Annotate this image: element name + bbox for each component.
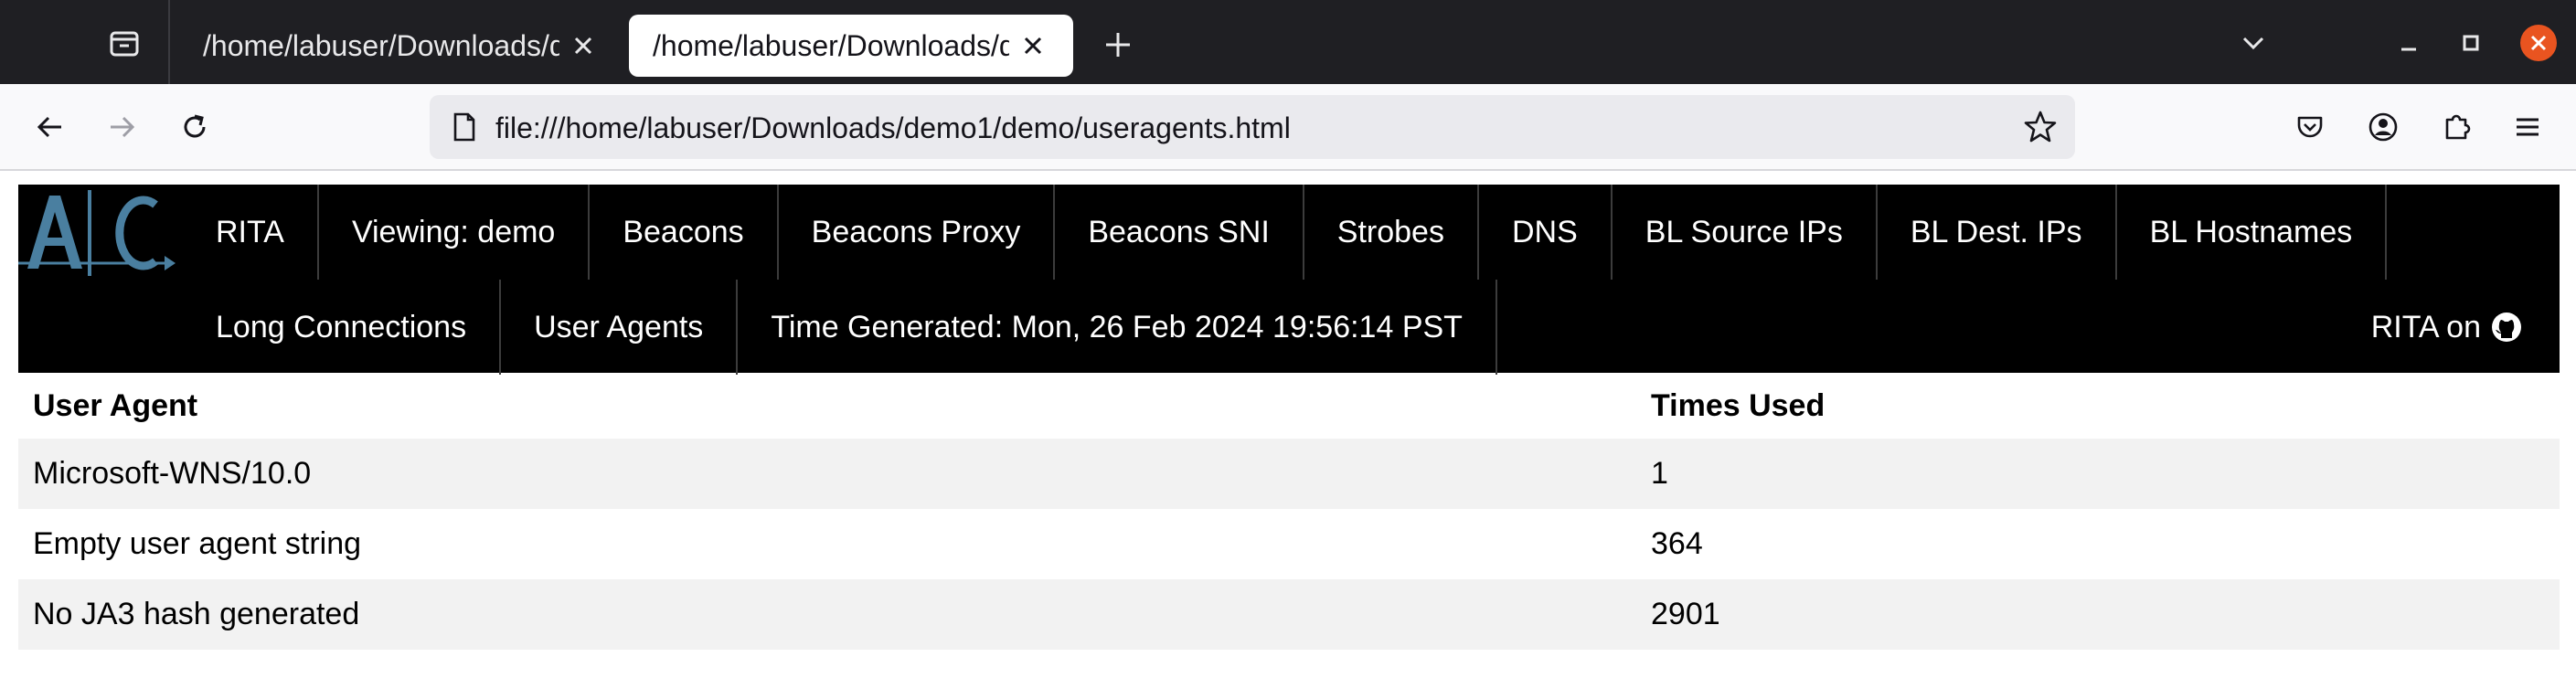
nav-user-agents[interactable]: User Agents [501,280,739,375]
times-used-cell: 2901 [1636,579,2560,650]
arrow-left-icon [37,116,61,138]
account-button[interactable] [2362,106,2404,148]
menu-button[interactable] [2507,106,2549,148]
arrow-right-icon [111,116,135,138]
url-bar[interactable]: file:///home/labuser/Downloads/demo1/dem… [430,95,2075,159]
header-user-agent: User Agent [33,387,198,423]
nav-dns[interactable]: DNS [1479,185,1613,280]
table-row: Microsoft-WNS/10.0 1 [18,439,2560,509]
close-window-button[interactable] [2519,24,2558,62]
bookmark-star-icon[interactable] [2022,109,2059,145]
maximize-icon [2463,35,2479,51]
nav-bl-source-ips[interactable]: BL Source IPs [1613,185,1878,280]
reload-button[interactable] [174,106,216,148]
time-generated: Time Generated: Mon, 26 Feb 2024 19:56:1… [738,280,1497,375]
browser-titlebar: /home/labuser/Downloads/demo1/demo/usera… [0,0,2576,84]
tab-title: /home/labuser/Downloads/demo1/demo/usera… [653,28,1009,62]
forward-button[interactable] [101,106,143,148]
nav-rita[interactable]: RITA [183,185,319,280]
tab-separator [168,0,170,84]
pocket-icon [2297,116,2323,138]
user-agent-cell: No JA3 hash generated [18,579,1636,650]
nav-strobes[interactable]: Strobes [1304,185,1479,280]
nav-beacons-sni[interactable]: Beacons SNI [1055,185,1304,280]
hamburger-menu-icon [2517,118,2539,136]
minimize-icon [2401,48,2416,51]
page-content: RITA Viewing: demo Beacons Beacons Proxy… [0,171,2576,678]
user-agent-cell: Microsoft-WNS/10.0 [18,439,1636,509]
chevron-down-icon [2242,37,2264,50]
times-used-cell: 364 [1651,526,1703,561]
nav-beacons-proxy[interactable]: Beacons Proxy [779,185,1056,280]
table-header-row: User Agent Times Used [18,373,2560,439]
user-agent-cell: Empty user agent string [33,526,362,561]
nav-row-bottom: Long Connections User Agents Time Genera… [183,280,1497,375]
nav-row-top: RITA Viewing: demo Beacons Beacons Proxy… [183,185,2388,280]
minimize-button[interactable] [2390,24,2428,62]
nav-viewing-demo[interactable]: Viewing: demo [319,185,591,280]
tab-useragents-1[interactable]: /home/labuser/Downloads/demo1/demo/usera… [179,15,623,77]
tab-useragents-2[interactable]: /home/labuser/Downloads/demo1/demo/usera… [629,15,1073,77]
tab-title: /home/labuser/Downloads/demo1/demo/usera… [203,28,559,62]
close-icon [2520,25,2557,61]
times-used-cell: 1 [1636,439,2560,509]
tab-list-button[interactable] [2234,24,2273,62]
ac-logo[interactable] [18,185,178,285]
rita-github-link[interactable]: RITA on [2371,280,2523,375]
pocket-button[interactable] [2289,106,2331,148]
header-times-used: Times Used [1651,387,1826,423]
github-icon [2492,313,2521,342]
page-icon [453,112,475,142]
nav-bl-dest-ips[interactable]: BL Dest. IPs [1878,185,2117,280]
account-icon [2368,112,2398,142]
table-row: Empty user agent string 364 [18,509,2560,579]
user-agents-table: User Agent Times Used Microsoft-WNS/10.0… [18,373,2560,650]
puzzle-icon [2445,114,2471,140]
rita-navbar: RITA Viewing: demo Beacons Beacons Proxy… [18,185,2560,375]
back-button[interactable] [29,106,71,148]
tab-overview-icon [110,31,139,57]
table-row: No JA3 hash generated 2901 [18,579,2560,650]
nav-bl-hostnames[interactable]: BL Hostnames [2117,185,2388,280]
tab-close-icon[interactable] [1018,31,1048,60]
nav-beacons[interactable]: Beacons [590,185,779,280]
url-text[interactable]: file:///home/labuser/Downloads/demo1/dem… [495,111,1291,145]
maximize-button[interactable] [2452,24,2490,62]
reload-icon [184,114,206,138]
tab-overview-button[interactable] [88,15,161,71]
browser-toolbar: file:///home/labuser/Downloads/demo1/dem… [0,84,2576,171]
tab-close-icon[interactable] [569,31,598,60]
nav-long-connections[interactable]: Long Connections [183,280,502,375]
extensions-button[interactable] [2435,106,2477,148]
github-link-label: RITA on [2370,309,2481,344]
new-tab-icon[interactable] [1097,24,1139,66]
